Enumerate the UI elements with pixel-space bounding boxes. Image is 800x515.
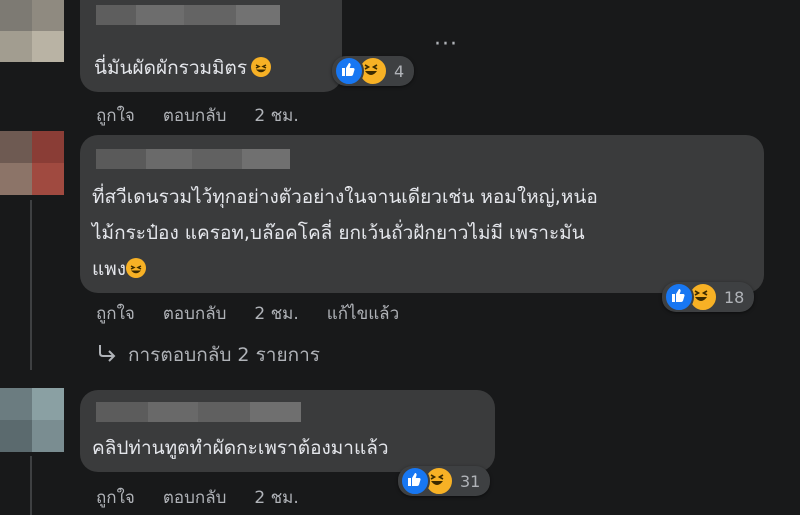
comment-actions: ถูกใจ ตอบกลับ 2 ชม. xyxy=(96,484,299,511)
reply-action[interactable]: ตอบกลับ xyxy=(163,300,227,327)
reaction-count: 4 xyxy=(394,61,405,81)
avatar[interactable] xyxy=(0,388,64,452)
author-name-blurred[interactable] xyxy=(96,5,280,25)
more-options-icon[interactable]: ··· xyxy=(434,32,458,57)
like-icon xyxy=(334,56,364,86)
comment-text: นี่มันผัดผักรวมมิตร xyxy=(94,50,272,86)
like-icon xyxy=(400,466,430,496)
comment-text: คลิปท่านทูตทำผัดกะเพราต้องมาแล้ว xyxy=(92,437,389,459)
thread-line xyxy=(30,200,32,370)
timestamp[interactable]: 2 ชม. xyxy=(254,300,298,327)
like-action[interactable]: ถูกใจ xyxy=(96,300,135,327)
comment-bubble: ที่สวีเดนรวมไว้ทุกอย่างตัวอย่างในจานเดีย… xyxy=(80,135,764,293)
laughing-emoji-icon xyxy=(126,258,147,278)
timestamp[interactable]: 2 ชม. xyxy=(254,102,298,129)
comment-actions: ถูกใจ ตอบกลับ 2 ชม. แก้ไขแล้ว xyxy=(96,300,399,327)
avatar[interactable] xyxy=(0,131,64,195)
avatar[interactable] xyxy=(0,0,64,62)
author-name-blurred[interactable] xyxy=(96,149,290,169)
comment-bubble: นี่มันผัดผักรวมมิตร xyxy=(80,0,342,92)
thread-line xyxy=(30,456,32,515)
reaction-count: 18 xyxy=(724,287,745,307)
comment-bubble: คลิปท่านทูตทำผัดกะเพราต้องมาแล้ว xyxy=(80,390,495,472)
view-replies-button[interactable]: การตอบกลับ 2 รายการ xyxy=(96,340,320,370)
comment-actions: ถูกใจ ตอบกลับ 2 ชม. xyxy=(96,102,299,129)
timestamp[interactable]: 2 ชม. xyxy=(254,484,298,511)
author-name-blurred[interactable] xyxy=(96,402,301,422)
edited-label[interactable]: แก้ไขแล้ว xyxy=(327,300,399,327)
reaction-summary[interactable]: 4 xyxy=(332,56,415,86)
like-action[interactable]: ถูกใจ xyxy=(96,102,135,129)
reaction-count: 31 xyxy=(460,471,481,491)
like-icon xyxy=(664,282,694,312)
reply-action[interactable]: ตอบกลับ xyxy=(163,484,227,511)
reply-action[interactable]: ตอบกลับ xyxy=(163,102,227,129)
reply-arrow-icon xyxy=(96,342,118,369)
like-action[interactable]: ถูกใจ xyxy=(96,484,135,511)
replies-label[interactable]: การตอบกลับ 2 รายการ xyxy=(128,340,320,370)
reaction-summary[interactable]: 31 xyxy=(398,466,491,496)
reaction-summary[interactable]: 18 xyxy=(662,282,755,312)
comment-text: ที่สวีเดนรวมไว้ทุกอย่างตัวอย่างในจานเดีย… xyxy=(92,186,598,280)
laughing-emoji-icon xyxy=(251,57,272,77)
